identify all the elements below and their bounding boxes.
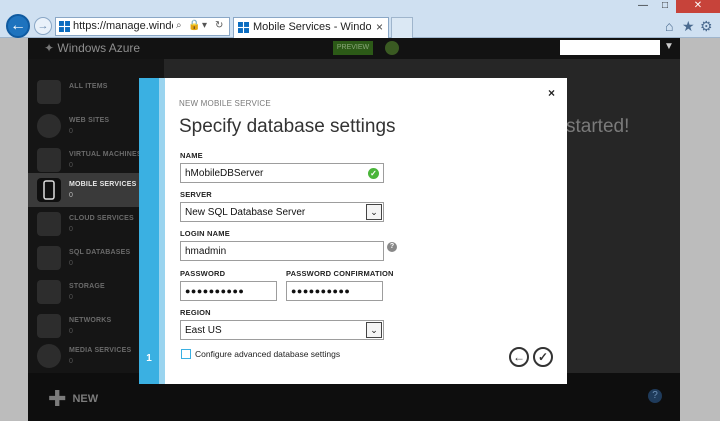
refresh-icon[interactable]: ↻	[215, 20, 223, 31]
tab-close-icon[interactable]: ×	[376, 20, 383, 34]
chevron-down-icon: ⌄	[366, 204, 382, 220]
phone-icon	[43, 180, 55, 200]
name-label: NAME	[180, 151, 203, 160]
advanced-settings-label[interactable]: Configure advanced database settings	[195, 349, 340, 359]
dialog-title: Specify database settings	[179, 116, 396, 137]
password-confirmation-input[interactable]: ●●●●●●●●●●	[286, 281, 383, 301]
close-icon[interactable]: ×	[548, 86, 555, 100]
step-number: 1	[146, 353, 152, 364]
database-icon	[37, 246, 61, 270]
window-minimize-button[interactable]: —	[632, 0, 654, 13]
preview-badge[interactable]: PREVIEW	[333, 41, 373, 55]
mobile-icon	[37, 178, 61, 202]
region-select[interactable]: East US ⌄	[180, 320, 384, 340]
browser-chrome: — □ ✕ ← → https://manage.windowsazur... …	[0, 0, 720, 38]
tab-title: Mobile Services - Windows...	[253, 21, 371, 33]
window-maximize-button[interactable]: □	[654, 0, 676, 13]
address-bar[interactable]: https://manage.windowsazur... ⌕ 🔒 ▾ ↻	[55, 17, 230, 36]
windows-logo-icon: ✦	[44, 41, 55, 55]
plus-icon: ✚	[48, 386, 67, 411]
azure-favicon-icon	[238, 22, 249, 33]
home-icon[interactable]: ⌂	[665, 18, 673, 34]
search-icon[interactable]: ⌕	[176, 20, 182, 31]
back-arrow-button[interactable]: ←	[509, 347, 529, 367]
overlay-gutter-right	[680, 59, 720, 421]
favorites-icon[interactable]: ★	[682, 18, 695, 35]
forward-button[interactable]: →	[34, 17, 52, 35]
server-label: SERVER	[180, 190, 212, 199]
login-name-input[interactable]: hmadmin	[180, 241, 384, 261]
overlay-gutter-left	[0, 59, 28, 421]
back-button[interactable]: ←	[6, 14, 30, 38]
new-tab-button[interactable]	[391, 17, 413, 38]
new-mobile-service-dialog: 1 × NEW MOBILE SERVICE Specify database …	[139, 78, 567, 384]
name-input[interactable]: hMobileDBServer ✓	[180, 163, 384, 183]
browser-tab[interactable]: Mobile Services - Windows... ×	[233, 17, 389, 38]
window-close-button[interactable]: ✕	[676, 0, 720, 13]
password-confirmation-label: PASSWORD CONFIRMATION	[286, 269, 394, 278]
chevron-down-icon: ⌄	[366, 322, 382, 338]
credit-icon[interactable]	[385, 41, 399, 55]
lock-icon: 🔒	[188, 20, 201, 31]
server-select[interactable]: New SQL Database Server ⌄	[180, 202, 384, 222]
portal-search-input[interactable]	[560, 40, 660, 55]
new-button[interactable]: ✚ NEW	[48, 386, 98, 412]
monitor-icon	[37, 148, 61, 172]
chevron-down-icon[interactable]: ▼	[664, 41, 674, 52]
grid-icon	[37, 80, 61, 104]
azure-favicon-icon	[59, 21, 70, 32]
media-icon	[37, 344, 61, 368]
info-icon[interactable]: ?	[387, 242, 397, 252]
finish-check-button[interactable]: ✓	[533, 347, 553, 367]
storage-icon	[37, 280, 61, 304]
main-heading: started!	[566, 116, 630, 137]
valid-check-icon: ✓	[368, 168, 379, 179]
azure-logo: ✦ Windows Azure	[44, 41, 141, 55]
wizard-step-stripe	[159, 78, 165, 384]
network-icon	[37, 314, 61, 338]
dropdown-icon[interactable]: ▾	[202, 20, 207, 31]
url-text: https://manage.windowsazur...	[73, 20, 173, 32]
advanced-settings-checkbox[interactable]	[181, 349, 191, 359]
help-icon[interactable]: ?	[648, 389, 662, 403]
password-input[interactable]: ●●●●●●●●●●	[180, 281, 277, 301]
region-label: REGION	[180, 308, 211, 317]
wizard-step-bar: 1	[139, 78, 159, 384]
password-label: PASSWORD	[180, 269, 226, 278]
settings-icon[interactable]: ⚙	[700, 18, 713, 35]
dialog-subtitle: NEW MOBILE SERVICE	[179, 99, 271, 108]
globe-icon	[37, 114, 61, 138]
cloud-icon	[37, 212, 61, 236]
login-name-label: LOGIN NAME	[180, 229, 230, 238]
